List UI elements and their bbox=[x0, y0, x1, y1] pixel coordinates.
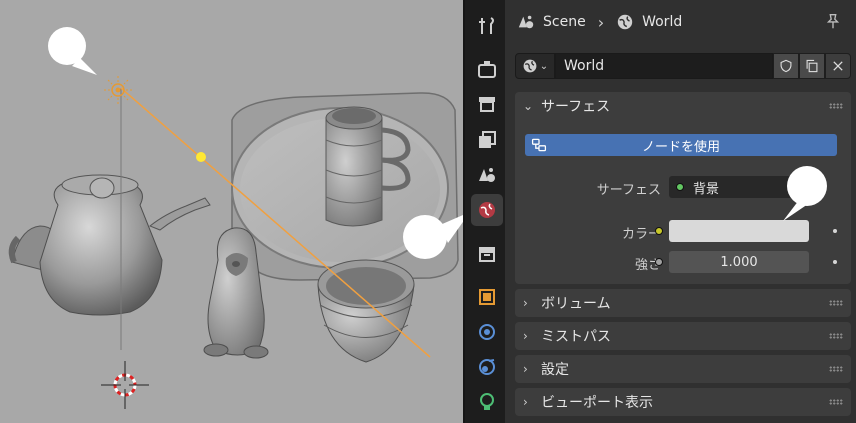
tab-output[interactable] bbox=[471, 88, 503, 120]
browse-world-button[interactable]: ⌄ bbox=[515, 53, 555, 79]
use-nodes-button[interactable]: ノードを使用 bbox=[525, 134, 837, 156]
close-icon bbox=[833, 61, 843, 71]
stacked-bowls-object bbox=[317, 259, 415, 363]
viewport-display-panel-header[interactable]: › ビューポート表示 bbox=[515, 388, 851, 416]
drag-grip-icon[interactable] bbox=[829, 366, 843, 372]
shield-icon bbox=[780, 59, 792, 73]
volume-panel-title: ボリューム bbox=[541, 296, 611, 312]
duplicate-icon bbox=[806, 59, 818, 73]
strength-value: 1.000 bbox=[720, 254, 758, 270]
tab-scene[interactable] bbox=[471, 159, 503, 191]
chevron-down-icon: ⌄ bbox=[539, 60, 549, 72]
physics-icon bbox=[479, 359, 495, 375]
world-datablock-selector: ⌄ World bbox=[515, 53, 851, 79]
keyframe-dot-icon[interactable] bbox=[833, 260, 837, 264]
tab-object[interactable] bbox=[471, 281, 503, 313]
teapot-object bbox=[8, 174, 211, 316]
volume-panel-header[interactable]: › ボリューム bbox=[515, 289, 851, 317]
volume-panel[interactable]: › ボリューム bbox=[515, 289, 851, 317]
surface-panel-title: サーフェス bbox=[541, 99, 611, 115]
unlink-world-button[interactable] bbox=[825, 53, 851, 79]
drag-grip-icon[interactable] bbox=[829, 399, 843, 405]
strength-field[interactable]: 1.000 bbox=[669, 251, 809, 273]
world-name-field[interactable]: World bbox=[555, 53, 773, 79]
strength-socket-icon[interactable] bbox=[655, 258, 663, 266]
strength-row: 強さ 1.000 bbox=[515, 251, 851, 273]
shader-socket-icon bbox=[676, 183, 684, 191]
surface-panel-header[interactable]: ⌄ サーフェス bbox=[515, 92, 851, 120]
chevron-right-icon: › bbox=[523, 395, 528, 409]
viewport-display-panel[interactable]: › ビューポート表示 bbox=[515, 388, 851, 416]
breadcrumb-world-label: World bbox=[642, 14, 683, 30]
properties-editor: Scene › World ⌄ World ⌄ サーフェス ノードを使用 サーフ… bbox=[505, 0, 856, 423]
mist-panel[interactable]: › ミストパス bbox=[515, 322, 851, 350]
drag-grip-icon[interactable] bbox=[829, 103, 843, 109]
scene-icon bbox=[479, 168, 495, 182]
scene-icon bbox=[518, 15, 534, 29]
breadcrumb-scene: Scene bbox=[517, 13, 586, 31]
surface-label: サーフェス bbox=[596, 183, 661, 198]
tab-view-layer[interactable] bbox=[471, 124, 503, 156]
tab-tool[interactable] bbox=[471, 10, 503, 42]
light-target-handle bbox=[196, 152, 206, 162]
chevron-right-icon: › bbox=[523, 362, 528, 376]
modifiers-icon bbox=[479, 324, 495, 340]
breadcrumb-world: World bbox=[616, 13, 682, 31]
viewport-scene bbox=[8, 27, 463, 409]
use-nodes-label: ノードを使用 bbox=[641, 139, 720, 155]
fake-user-button[interactable] bbox=[773, 53, 799, 79]
node-tree-icon bbox=[531, 138, 547, 152]
properties-tab-strip bbox=[463, 0, 505, 423]
world-icon bbox=[523, 59, 537, 73]
duplicate-world-button[interactable] bbox=[799, 53, 825, 79]
collection-icon bbox=[479, 247, 495, 262]
chevron-right-icon: › bbox=[523, 296, 528, 310]
light-bulb-icon bbox=[480, 393, 494, 410]
chevron-down-icon: ⌄ bbox=[523, 99, 534, 113]
settings-panel-header[interactable]: › 設定 bbox=[515, 355, 851, 383]
tab-physics[interactable] bbox=[471, 351, 503, 383]
world-icon bbox=[617, 14, 633, 30]
drag-grip-icon[interactable] bbox=[829, 333, 843, 339]
tool-icon bbox=[479, 17, 494, 34]
breadcrumb-separator-icon: › bbox=[597, 12, 605, 32]
breadcrumb-scene-label: Scene bbox=[543, 14, 586, 30]
breadcrumb: Scene › World bbox=[505, 0, 856, 44]
tab-world[interactable] bbox=[471, 194, 503, 226]
drag-grip-icon[interactable] bbox=[829, 300, 843, 306]
chevron-right-icon: › bbox=[523, 329, 528, 343]
tab-object-data-light[interactable] bbox=[471, 386, 503, 418]
sun-light-gizmo bbox=[104, 76, 132, 104]
tab-collection[interactable] bbox=[471, 238, 503, 270]
world-icon bbox=[479, 202, 495, 218]
callout-bubble-color bbox=[783, 166, 827, 221]
color-socket-icon[interactable] bbox=[655, 227, 663, 235]
render-icon bbox=[478, 61, 496, 78]
object-icon bbox=[479, 289, 495, 305]
mist-panel-header[interactable]: › ミストパス bbox=[515, 322, 851, 350]
tab-render[interactable] bbox=[471, 53, 503, 85]
settings-panel-title: 設定 bbox=[541, 362, 569, 378]
pin-icon[interactable] bbox=[824, 12, 842, 30]
viewport-display-panel-title: ビューポート表示 bbox=[541, 395, 653, 411]
keyframe-dot-icon[interactable] bbox=[833, 229, 837, 233]
3d-cursor bbox=[101, 361, 149, 409]
3d-viewport[interactable] bbox=[0, 0, 463, 423]
settings-panel[interactable]: › 設定 bbox=[515, 355, 851, 383]
view-layer-icon bbox=[479, 131, 496, 148]
surface-shader-value: 背景 bbox=[693, 181, 720, 197]
mist-panel-title: ミストパス bbox=[541, 329, 611, 345]
output-icon bbox=[479, 97, 495, 112]
callout-bubble-viewport bbox=[48, 27, 97, 75]
tab-modifiers[interactable] bbox=[471, 316, 503, 348]
